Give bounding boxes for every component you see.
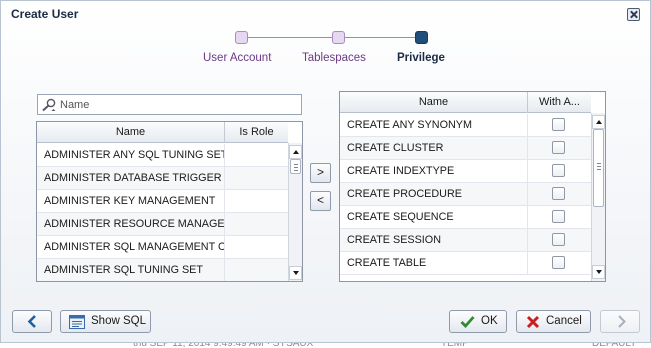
step-marker-user-account[interactable]	[235, 31, 248, 44]
scroll-thumb[interactable]	[593, 129, 604, 207]
privilege-name-cell: ADMINISTER RESOURCE MANAGER	[37, 213, 225, 235]
privilege-name-cell: CREATE INDEXTYPE	[340, 160, 528, 182]
with-admin-checkbox[interactable]	[552, 118, 565, 131]
with-admin-cell	[528, 206, 591, 228]
privilege-name-cell: CREATE TABLE	[340, 252, 528, 274]
privilege-name-cell: CREATE CLUSTER	[340, 137, 528, 159]
table-row[interactable]: CREATE CLUSTER	[340, 137, 591, 160]
selected-privileges-table: Name With A... CREATE ANY SYNONYM CREATE …	[339, 91, 606, 282]
step-label-privilege: Privilege	[397, 52, 445, 64]
next-arrow-icon	[618, 315, 626, 328]
search-icon	[42, 98, 56, 112]
table-row[interactable]: ADMINISTER DATABASE TRIGGER	[37, 167, 288, 190]
step-marker-privilege	[415, 31, 428, 44]
is-role-cell	[225, 167, 288, 189]
create-user-dialog: Create User User Account Tablespaces Pri…	[0, 0, 651, 343]
table-row[interactable]: CREATE ANY SYNONYM	[340, 114, 591, 137]
background-window-strip: thu SEP 11, 2014 9:49:49 AM · SYSAUX TEM…	[0, 343, 651, 348]
step-label-tablespaces[interactable]: Tablespaces	[302, 52, 366, 64]
table-row[interactable]: ADMINISTER KEY MANAGEMENT	[37, 190, 288, 213]
checkmark-icon	[460, 316, 475, 328]
with-admin-cell	[528, 160, 591, 182]
privilege-name-cell: ADMINISTER KEY MANAGEMENT	[37, 190, 225, 212]
table-row[interactable]: CREATE PROCEDURE	[340, 183, 591, 206]
back-arrow-icon	[27, 315, 36, 328]
with-admin-checkbox[interactable]	[552, 187, 565, 200]
privilege-name-cell: CREATE SEQUENCE	[340, 206, 528, 228]
privilege-name-cell: CREATE SESSION	[340, 229, 528, 251]
dialog-title: Create User	[11, 7, 79, 21]
with-admin-checkbox[interactable]	[552, 233, 565, 246]
is-role-cell	[225, 144, 288, 166]
remove-privilege-button[interactable]: <	[310, 191, 331, 211]
scroll-up-icon[interactable]	[592, 115, 605, 129]
is-role-cell	[225, 259, 288, 281]
table-row[interactable]: CREATE SEQUENCE	[340, 206, 591, 229]
with-admin-cell	[528, 183, 591, 205]
show-sql-label: Show SQL	[91, 315, 146, 327]
table-row[interactable]: ADMINISTER ANY SQL TUNING SET	[37, 144, 288, 167]
scroll-up-icon[interactable]	[289, 145, 302, 159]
is-role-cell	[225, 190, 288, 212]
with-admin-checkbox[interactable]	[552, 164, 565, 177]
privilege-name-cell: ADMINISTER SQL TUNING SET	[37, 259, 225, 281]
step-marker-tablespaces[interactable]	[332, 31, 345, 44]
privilege-name-cell: CREATE ANY SYNONYM	[340, 114, 528, 136]
column-header-is-role[interactable]: Is Role	[225, 122, 288, 143]
column-header-name[interactable]: Name	[340, 92, 528, 113]
table-row[interactable]: ADMINISTER RESOURCE MANAGER	[37, 213, 288, 236]
privilege-name-cell: CREATE PROCEDURE	[340, 183, 528, 205]
sql-window-icon	[69, 315, 85, 329]
back-button[interactable]	[12, 310, 52, 333]
search-box[interactable]	[37, 94, 302, 115]
is-role-cell	[225, 213, 288, 235]
privilege-name-cell: ADMINISTER ANY SQL TUNING SET	[37, 144, 225, 166]
table-header: Name With A...	[340, 92, 591, 113]
cancel-x-icon	[526, 315, 540, 329]
add-privilege-button[interactable]: >	[310, 163, 331, 183]
ok-label: OK	[481, 315, 498, 327]
wizard-connector	[345, 37, 421, 38]
cancel-button[interactable]: Cancel	[516, 310, 591, 333]
privilege-name-cell: ADMINISTER SQL MANAGEMENT OBJ	[37, 236, 225, 258]
scroll-down-icon[interactable]	[289, 266, 302, 280]
table-row[interactable]: ADMINISTER SQL MANAGEMENT OBJ	[37, 236, 288, 259]
with-admin-cell	[528, 252, 591, 274]
scroll-down-icon[interactable]	[592, 265, 605, 279]
step-label-user-account[interactable]: User Account	[203, 52, 271, 64]
with-admin-checkbox[interactable]	[552, 210, 565, 223]
with-admin-checkbox[interactable]	[552, 141, 565, 154]
show-sql-button[interactable]: Show SQL	[60, 310, 151, 333]
available-scrollbar[interactable]	[288, 143, 302, 281]
column-header-name[interactable]: Name	[37, 122, 225, 143]
table-row[interactable]: ADMINISTER SQL TUNING SET	[37, 259, 288, 281]
with-admin-cell	[528, 229, 591, 251]
ok-button[interactable]: OK	[449, 310, 507, 333]
with-admin-checkbox[interactable]	[552, 256, 565, 269]
with-admin-cell	[528, 114, 591, 136]
search-input[interactable]	[60, 97, 298, 112]
table-row[interactable]: CREATE SESSION	[340, 229, 591, 252]
table-row[interactable]: CREATE INDEXTYPE	[340, 160, 591, 183]
table-header: Name Is Role	[37, 122, 288, 143]
is-role-cell	[225, 236, 288, 258]
close-icon[interactable]	[627, 8, 640, 21]
cancel-label: Cancel	[546, 315, 582, 327]
wizard-connector	[247, 37, 337, 38]
next-button[interactable]	[600, 310, 640, 333]
scroll-thumb[interactable]	[290, 159, 301, 174]
with-admin-cell	[528, 137, 591, 159]
table-row[interactable]: CREATE TABLE	[340, 252, 591, 275]
selected-scrollbar[interactable]	[591, 113, 605, 281]
privilege-name-cell: ADMINISTER DATABASE TRIGGER	[37, 167, 225, 189]
available-privileges-table: Name Is Role ADMINISTER ANY SQL TUNING S…	[36, 121, 303, 282]
column-header-with-admin[interactable]: With A...	[528, 92, 591, 113]
